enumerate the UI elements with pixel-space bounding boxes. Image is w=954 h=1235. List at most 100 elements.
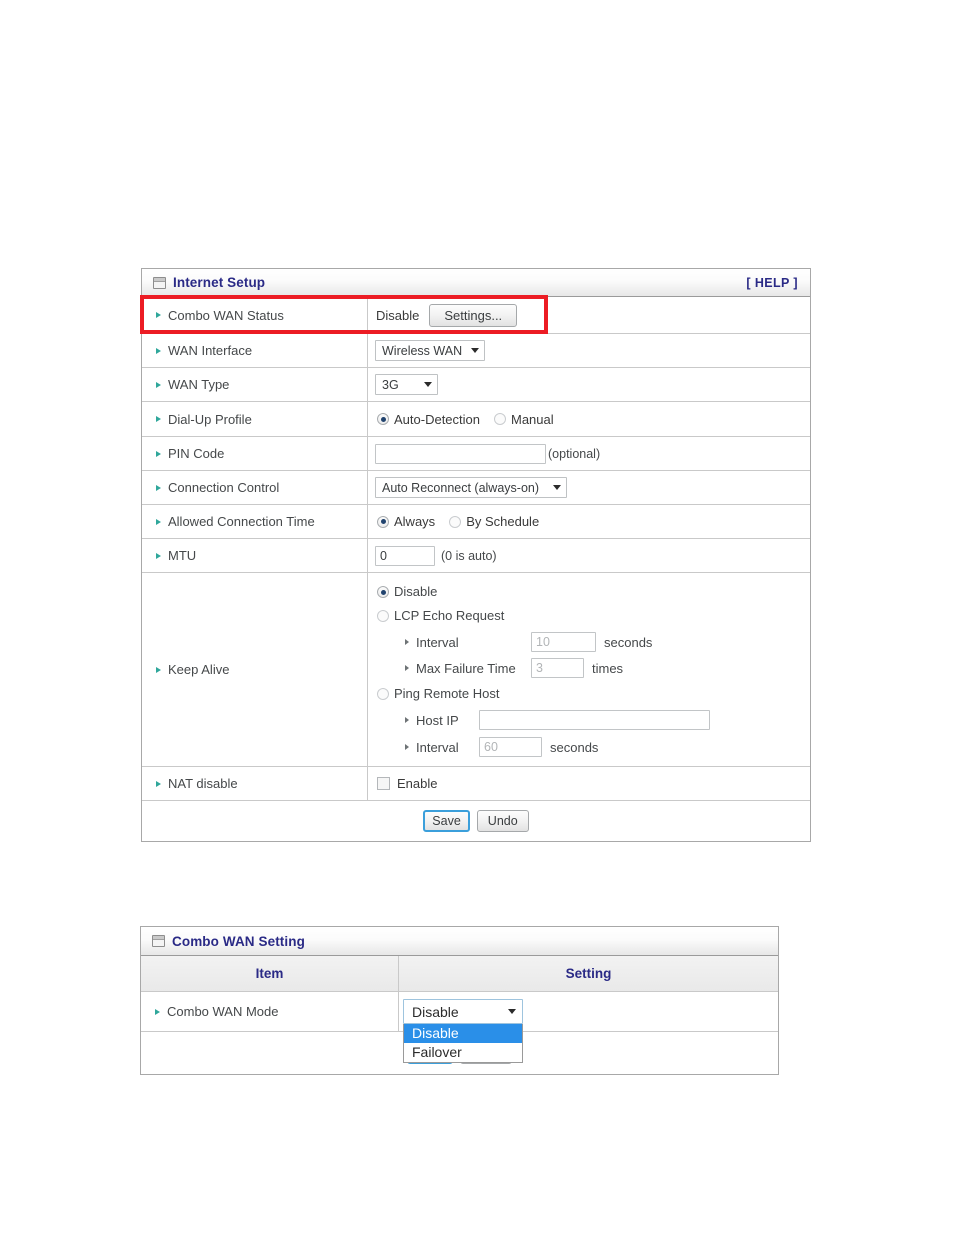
mtu-label: MTU [168,548,197,563]
label-cell-combo-wan-status: Combo WAN Status [142,297,368,333]
ping-interval-unit: seconds [550,739,599,755]
radio-auto-detection-label: Auto-Detection [394,411,480,427]
combo-wan-status-label: Combo WAN Status [168,307,284,323]
wan-type-select[interactable]: 3G [375,374,438,395]
table-row-pin-code: PIN Code (optional) [142,437,810,471]
setting-cell-wan-interface: Wireless WAN [368,334,810,367]
radio-auto-detection[interactable] [377,413,389,425]
wan-type-label: WAN Type [168,377,230,392]
table-row-allowed-connection-time: Allowed Connection Time Always By Schedu… [142,505,810,539]
bullet-arrow-icon [156,347,161,354]
combo-wan-mode-option-list[interactable]: Disable Failover [403,1024,523,1063]
label-cell-wan-interface: WAN Interface [142,334,368,367]
keep-alive-label: Keep Alive [168,662,230,677]
combo-wan-setting-column-header: Item Setting [141,956,778,992]
nat-disable-checkbox-label: Enable [397,776,438,791]
bullet-arrow-icon [156,552,161,559]
chevron-down-icon [471,348,479,353]
radio-manual-label: Manual [511,411,554,427]
combo-wan-mode-option-disable[interactable]: Disable [404,1024,522,1043]
keep-alive-disable-row: Disable [377,582,810,602]
setting-cell-keep-alive: Disable LCP Echo Request Interval second… [368,573,810,766]
table-row-combo-wan-status: Combo WAN Status Disable Settings... [142,297,810,334]
bullet-arrow-icon [405,639,409,645]
wan-interface-select[interactable]: Wireless WAN [375,340,485,361]
window-icon [153,276,166,289]
radio-keepalive-disable-label: Disable [394,584,438,599]
bullet-arrow-icon [156,518,161,525]
mtu-input[interactable] [375,545,435,566]
radio-keepalive-ping-label: Ping Remote Host [394,686,500,701]
label-cell-allowed-connection-time: Allowed Connection Time [142,505,368,538]
lcp-maxfail-row: Max Failure Time times [377,658,810,678]
window-icon [152,935,165,947]
connection-control-select-value: Auto Reconnect (always-on) [382,480,540,495]
setting-cell-mtu: (0 is auto) [368,539,810,572]
pin-code-note: (optional) [548,446,601,461]
internet-setup-footer: Save Undo [142,801,810,841]
connection-control-select[interactable]: Auto Reconnect (always-on) [375,477,567,498]
pin-code-label: PIN Code [168,446,225,461]
label-cell-mtu: MTU [142,539,368,572]
dialup-profile-label: Dial-Up Profile [168,411,252,427]
help-link[interactable]: [ HELP ] [746,276,798,290]
ping-interval-input[interactable] [479,737,542,757]
bullet-arrow-icon [156,780,161,787]
bullet-arrow-icon [156,484,161,491]
bullet-arrow-icon [156,312,161,318]
nat-disable-label: NAT disable [168,776,238,791]
radio-always[interactable] [377,515,389,528]
combo-wan-status-value: Disable [376,307,420,323]
bullet-arrow-icon [156,381,161,388]
column-header-setting: Setting [565,966,612,981]
combo-wan-settings-button[interactable]: Settings... [429,303,518,327]
bullet-arrow-icon [155,1008,160,1015]
bullet-arrow-icon [156,416,161,422]
combo-wan-mode-dropdown[interactable]: Disable Disable Failover [403,999,523,1063]
lcp-maxfail-unit: times [592,660,624,676]
combo-wan-mode-select-value: Disable [412,1003,459,1020]
ping-interval-label: Interval [416,739,459,755]
ping-hostip-label: Host IP [416,712,459,728]
combo-wan-mode-option-failover[interactable]: Failover [404,1043,522,1062]
page-title: Internet Setup [173,275,266,290]
setting-cell-dialup-profile: Auto-Detection Manual [368,402,810,436]
ping-hostip-input[interactable] [479,710,710,730]
pin-code-input[interactable] [375,443,546,464]
radio-keepalive-disable[interactable] [377,586,389,598]
setting-cell-allowed-connection-time: Always By Schedule [368,505,810,538]
radio-keepalive-lcp-label: LCP Echo Request [394,608,505,623]
label-cell-pin-code: PIN Code [142,437,368,470]
combo-wan-setting-title: Combo WAN Setting [172,933,305,949]
bullet-arrow-icon [405,665,409,671]
keep-alive-lcp-row: LCP Echo Request [377,606,810,626]
nat-disable-checkbox[interactable] [377,777,390,790]
radio-manual[interactable] [494,413,506,425]
combo-wan-mode-select[interactable]: Disable [403,999,523,1024]
undo-button[interactable]: Undo [476,810,529,832]
chevron-down-icon [508,1009,516,1014]
bullet-arrow-icon [405,744,409,750]
radio-by-schedule[interactable] [449,515,462,528]
column-header-item: Item [141,956,399,991]
lcp-maxfail-label: Max Failure Time [416,660,516,676]
setting-cell-connection-control: Auto Reconnect (always-on) [368,471,810,504]
ping-hostip-row: Host IP [377,710,810,730]
radio-always-label: Always [394,514,436,529]
lcp-interval-input[interactable] [531,632,596,652]
allowed-connection-time-label: Allowed Connection Time [168,514,315,529]
table-row-keep-alive: Keep Alive Disable LCP Echo Request Inte… [142,573,810,767]
internet-setup-panel: Internet Setup [ HELP ] Combo WAN Status… [141,268,811,842]
table-row-dialup-profile: Dial-Up Profile Auto-Detection Manual [142,402,810,437]
radio-keepalive-lcp[interactable] [377,610,389,622]
mtu-note: (0 is auto) [441,548,497,563]
radio-by-schedule-label: By Schedule [466,514,540,529]
lcp-maxfail-input[interactable] [531,658,584,678]
internet-setup-header: Internet Setup [ HELP ] [142,269,810,297]
bullet-arrow-icon [405,717,409,723]
lcp-interval-label: Interval [416,634,459,650]
save-button[interactable]: Save [423,810,470,832]
radio-keepalive-ping[interactable] [377,688,389,700]
keep-alive-ping-row: Ping Remote Host [377,684,810,704]
table-row-wan-type: WAN Type 3G [142,368,810,402]
